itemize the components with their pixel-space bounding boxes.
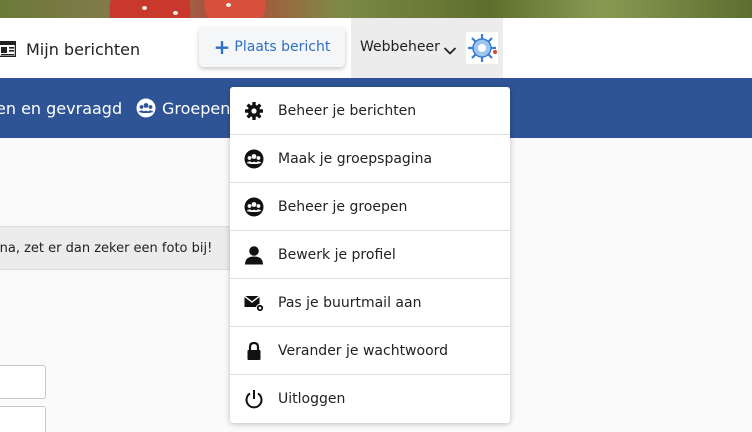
menu-item-manage-groups[interactable]: Beheer je groepen (230, 183, 510, 231)
group-icon (244, 149, 264, 169)
account-dropdown-menu: Beheer je berichten Maak je groepspagina (230, 87, 510, 423)
top-bar: Mijn berichten + Plaats bericht Webbehee… (0, 18, 752, 78)
menu-item-label: Bewerk je profiel (278, 246, 396, 263)
my-messages-link[interactable]: Mijn berichten (0, 38, 140, 60)
nav-item-offered-wanted[interactable]: en en gevraagd (0, 78, 122, 138)
photo-hint-text: ina, zet er dan zeker een foto bij! (0, 240, 213, 256)
group-icon (244, 197, 264, 217)
nav-item-label: Groepen (162, 98, 231, 118)
nav-item-label: en en gevraagd (0, 98, 123, 118)
account-menu-toggle[interactable]: Webbeheer (351, 18, 503, 78)
gear-icon (244, 101, 264, 121)
form-input-field[interactable] (0, 406, 46, 432)
menu-item-label: Beheer je groepen (278, 198, 408, 215)
person-icon (244, 245, 264, 265)
menu-item-label: Verander je wachtwoord (278, 342, 449, 359)
menu-item-change-password[interactable]: Verander je wachtwoord (230, 327, 510, 375)
place-message-label: Plaats bericht (234, 39, 331, 55)
form-input-field[interactable] (0, 365, 46, 399)
group-icon (136, 98, 156, 118)
menu-item-label: Pas je buurtmail aan (278, 294, 422, 311)
menu-item-label: Beheer je berichten (278, 102, 417, 119)
menu-item-create-group-page[interactable]: Maak je groepspagina (230, 135, 510, 183)
power-icon (244, 389, 264, 409)
place-message-button[interactable]: + Plaats bericht (199, 27, 345, 67)
menu-item-manage-messages[interactable]: Beheer je berichten (230, 87, 510, 135)
mail-settings-icon (244, 293, 264, 313)
my-messages-label: Mijn berichten (26, 39, 141, 59)
newspaper-icon (0, 40, 17, 58)
photo-hint-bar: ina, zet er dan zeker een foto bij! (0, 226, 236, 270)
menu-item-label: Maak je groepspagina (278, 150, 433, 167)
lock-icon (244, 341, 264, 361)
account-name: Webbeheer (360, 39, 440, 55)
header-photo-banner (0, 0, 752, 18)
nav-item-groups[interactable]: Groepen (136, 78, 230, 138)
menu-item-edit-profile[interactable]: Bewerk je profiel (230, 231, 510, 279)
avatar[interactable] (466, 32, 498, 64)
menu-item-neighborhood-mail[interactable]: Pas je buurtmail aan (230, 279, 510, 327)
menu-item-label: Uitloggen (278, 391, 346, 407)
plus-icon: + (213, 35, 231, 59)
chevron-down-icon (443, 41, 457, 55)
menu-item-logout[interactable]: Uitloggen (230, 375, 510, 423)
